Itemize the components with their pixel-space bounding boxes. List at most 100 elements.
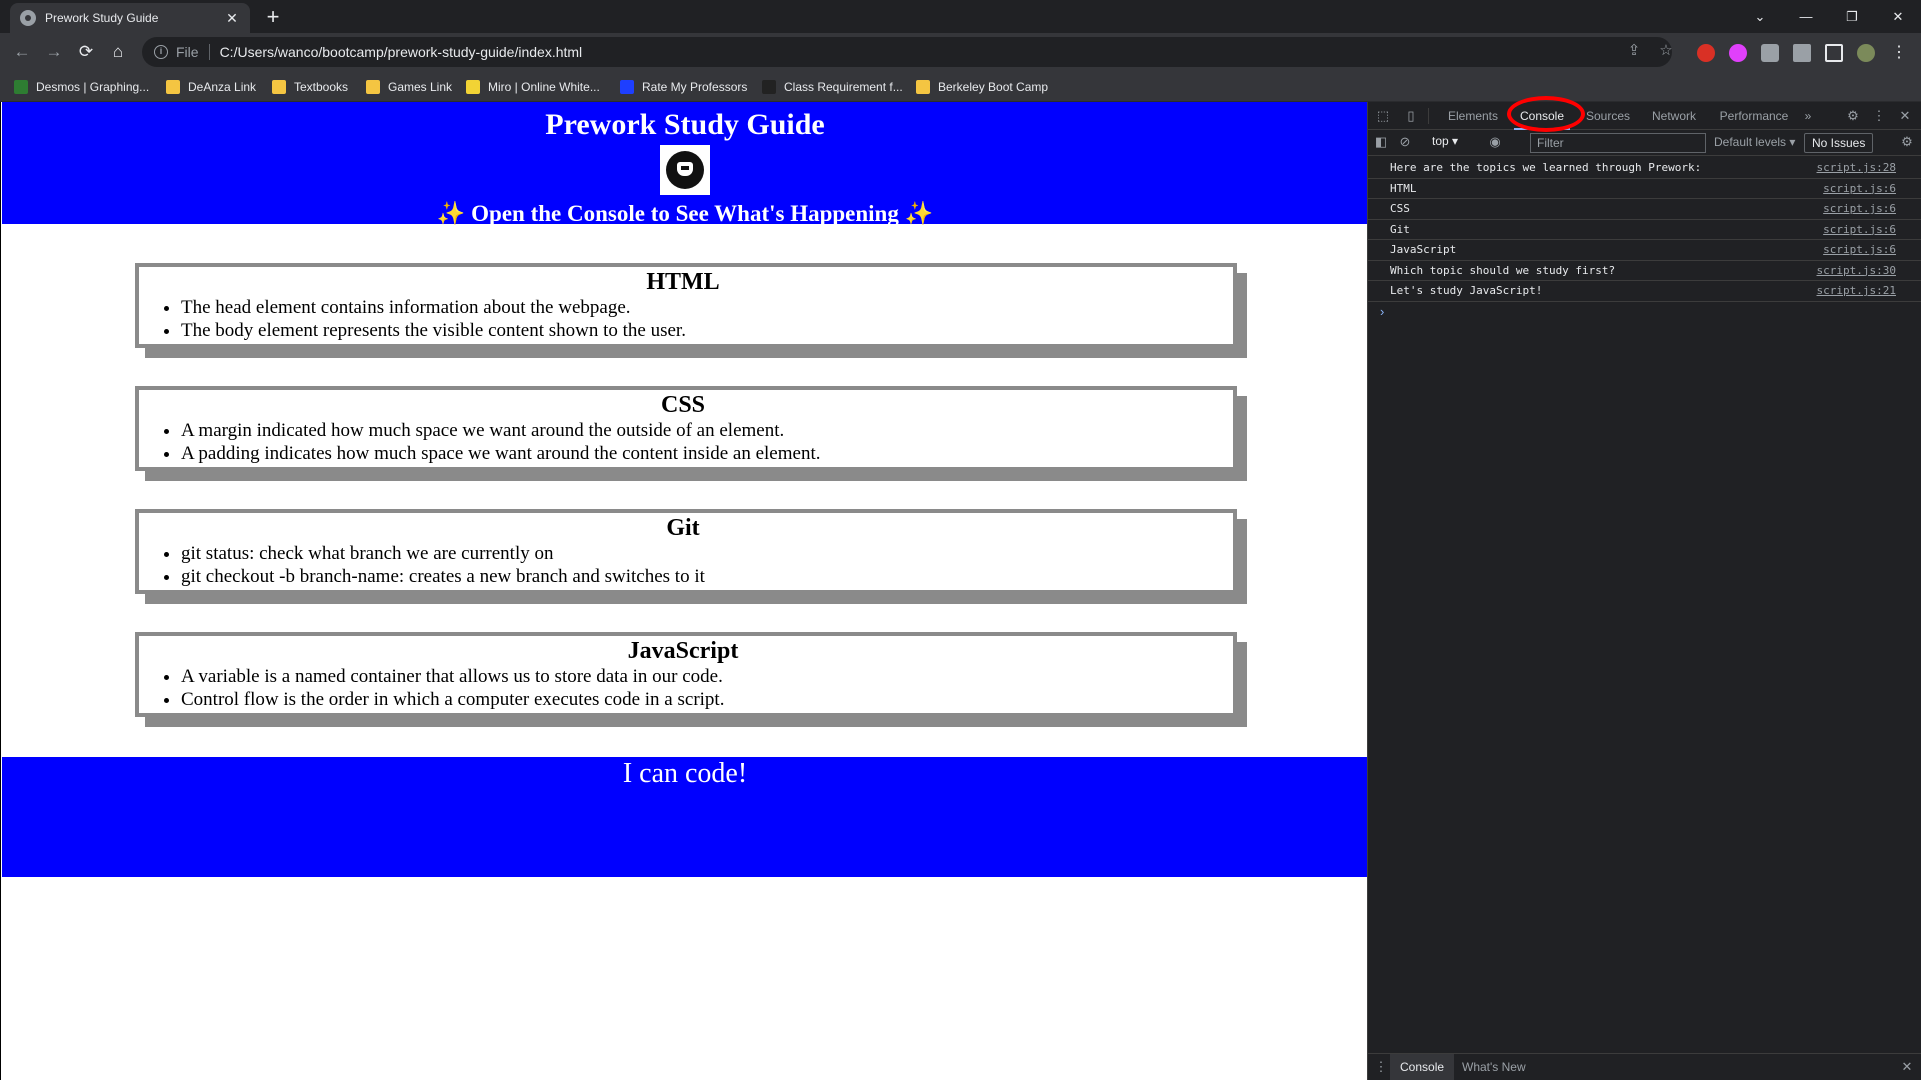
back-arrow-icon[interactable]: ← — [11, 41, 33, 63]
drawer-tab-console[interactable]: Console — [1390, 1054, 1455, 1080]
folder-icon — [166, 80, 180, 94]
log-row: Let's study JavaScript! script.js:21 — [1368, 281, 1921, 302]
menu-kebab-icon[interactable]: ⋮ — [1890, 44, 1908, 62]
devtools-panel: ⬚ ▯ Elements Console Sources Network Per… — [1367, 96, 1921, 1080]
issues-button[interactable]: No Issues — [1804, 133, 1874, 153]
new-tab-button[interactable]: + — [262, 4, 284, 30]
bookmark-textbooks[interactable]: Textbooks — [272, 78, 348, 96]
list-item: A margin indicated how much space we wan… — [181, 419, 1227, 442]
sidebar-toggle-icon[interactable]: ◧ — [1372, 133, 1390, 151]
close-window-button[interactable]: ✕ — [1875, 0, 1921, 33]
extensions-puzzle-icon[interactable] — [1761, 44, 1779, 62]
log-message: Git — [1390, 222, 1410, 236]
tab-title: Prework Study Guide — [45, 11, 159, 25]
list-item: git status: check what branch we are cur… — [181, 542, 1227, 565]
list-item: The body element represents the visible … — [181, 319, 1227, 342]
bookmark-miro[interactable]: Miro | Online White... — [466, 78, 600, 96]
minimize-button[interactable]: — — [1783, 0, 1829, 33]
address-bar[interactable]: i File C:/Users/wanco/bootcamp/prework-s… — [142, 37, 1672, 67]
page-header: Prework Study Guide ✨ Open the Console t… — [2, 102, 1367, 226]
forward-arrow-icon[interactable]: → — [43, 41, 65, 63]
extension-record-icon[interactable] — [1729, 44, 1747, 62]
info-icon[interactable]: i — [154, 45, 168, 59]
url-text[interactable]: C:/Users/wanco/bootcamp/prework-study-gu… — [220, 44, 583, 60]
log-source-link[interactable]: script.js:28 — [1817, 161, 1896, 174]
tab-strip: Prework Study Guide ✕ + ⌄ — ❐ ✕ — [0, 0, 1921, 33]
section-css: CSS A margin indicated how much space we… — [135, 386, 1237, 471]
console-settings-icon[interactable]: ⚙ — [1898, 133, 1916, 151]
log-row: Which topic should we study first? script… — [1368, 261, 1921, 281]
log-message: Let's study JavaScript! — [1390, 284, 1543, 298]
gear-icon[interactable]: ⚙ — [1844, 107, 1862, 125]
tab-performance[interactable]: Performance — [1714, 102, 1794, 130]
list-item: Control flow is the order in which a com… — [181, 688, 1227, 711]
bookmark-games[interactable]: Games Link — [366, 78, 452, 96]
reading-list-icon[interactable] — [1793, 44, 1811, 62]
folder-icon — [366, 80, 380, 94]
side-panel-icon[interactable] — [1825, 44, 1843, 62]
site-icon — [762, 80, 776, 94]
restore-button[interactable]: ❐ — [1829, 0, 1875, 33]
bookmark-berkeley[interactable]: Berkeley Boot Camp — [916, 78, 1048, 96]
console-toolbar: ◧ ⊘ top ▾ ◉ Filter Default levels ▾ No I… — [1368, 130, 1921, 156]
log-source-link[interactable]: script.js:6 — [1823, 223, 1896, 236]
console-prompt[interactable]: › — [1368, 302, 1921, 322]
drawer-tab-whats-new[interactable]: What's New — [1452, 1054, 1536, 1080]
log-source-link[interactable]: script.js:6 — [1823, 243, 1896, 256]
tab-network[interactable]: Network — [1646, 102, 1702, 130]
home-icon[interactable]: ⌂ — [107, 41, 129, 63]
log-source-link[interactable]: script.js:30 — [1817, 264, 1896, 277]
eye-icon[interactable]: ◉ — [1486, 133, 1504, 151]
more-tabs-icon[interactable]: » — [1800, 102, 1816, 130]
log-row: JavaScript script.js:6 — [1368, 240, 1921, 261]
bookmark-deanza[interactable]: DeAnza Link — [166, 78, 256, 96]
section-list: The head element contains information ab… — [139, 296, 1227, 342]
device-toolbar-icon[interactable]: ▯ — [1402, 107, 1420, 125]
extension-shield-icon[interactable] — [1697, 44, 1715, 62]
filter-input[interactable]: Filter — [1530, 133, 1706, 153]
clear-console-icon[interactable]: ⊘ — [1396, 133, 1414, 151]
log-levels-dropdown[interactable]: Default levels ▾ — [1714, 135, 1795, 149]
context-label: top — [1432, 134, 1449, 148]
rmp-icon — [620, 80, 634, 94]
close-devtools-icon[interactable]: ✕ — [1896, 107, 1914, 125]
section-heading: HTML — [646, 269, 720, 295]
inspect-element-icon[interactable]: ⬚ — [1374, 107, 1392, 125]
folder-icon — [916, 80, 930, 94]
browser-toolbar: ← → ⟳ ⌂ i File C:/Users/wanco/bootcamp/p… — [0, 33, 1921, 71]
close-drawer-icon[interactable]: ✕ — [1898, 1058, 1916, 1076]
section-heading: CSS — [660, 392, 706, 418]
log-source-link[interactable]: script.js:6 — [1823, 182, 1896, 195]
footer-text: I can code! — [622, 758, 748, 789]
context-selector[interactable]: top ▾ — [1432, 134, 1458, 148]
page-subtitle: ✨ Open the Console to See What's Happeni… — [436, 201, 934, 226]
close-tab-icon[interactable]: ✕ — [224, 10, 240, 27]
section-list: git status: check what branch we are cur… — [139, 542, 1227, 588]
browser-tab[interactable]: Prework Study Guide ✕ — [10, 3, 250, 33]
drawer-menu-icon[interactable]: ⋮ — [1372, 1058, 1390, 1076]
list-item: The head element contains information ab… — [181, 296, 1227, 319]
log-message: HTML — [1390, 181, 1417, 195]
profile-avatar[interactable] — [1857, 44, 1875, 62]
tab-elements[interactable]: Elements — [1444, 102, 1502, 130]
page-title: Prework Study Guide — [545, 108, 825, 141]
bookmark-label: DeAnza Link — [188, 80, 257, 94]
bookmark-class-req[interactable]: Class Requirement f... — [762, 78, 903, 96]
bookmark-star-icon[interactable]: ☆ — [1656, 41, 1676, 61]
tab-sources[interactable]: Sources — [1582, 102, 1634, 130]
share-icon[interactable]: ⇪ — [1624, 41, 1644, 61]
log-message: CSS — [1390, 202, 1410, 216]
tab-console[interactable]: Console — [1514, 102, 1570, 130]
log-row: Git script.js:6 — [1368, 220, 1921, 240]
page-viewport: Prework Study Guide ✨ Open the Console t… — [0, 102, 1367, 1080]
log-source-link[interactable]: script.js:6 — [1823, 202, 1896, 215]
log-source-link[interactable]: script.js:21 — [1817, 284, 1896, 297]
kebab-menu-icon[interactable]: ⋮ — [1870, 107, 1888, 125]
bookmark-label: Class Requirement f... — [784, 80, 903, 94]
bookmark-label: Rate My Professors — [642, 80, 748, 94]
bookmark-desmos[interactable]: Desmos | Graphing... — [14, 78, 149, 96]
folder-icon — [272, 80, 286, 94]
tab-search-icon[interactable]: ⌄ — [1737, 0, 1783, 33]
bookmark-rmp[interactable]: Rate My Professors — [620, 78, 747, 96]
reload-icon[interactable]: ⟳ — [75, 41, 97, 63]
